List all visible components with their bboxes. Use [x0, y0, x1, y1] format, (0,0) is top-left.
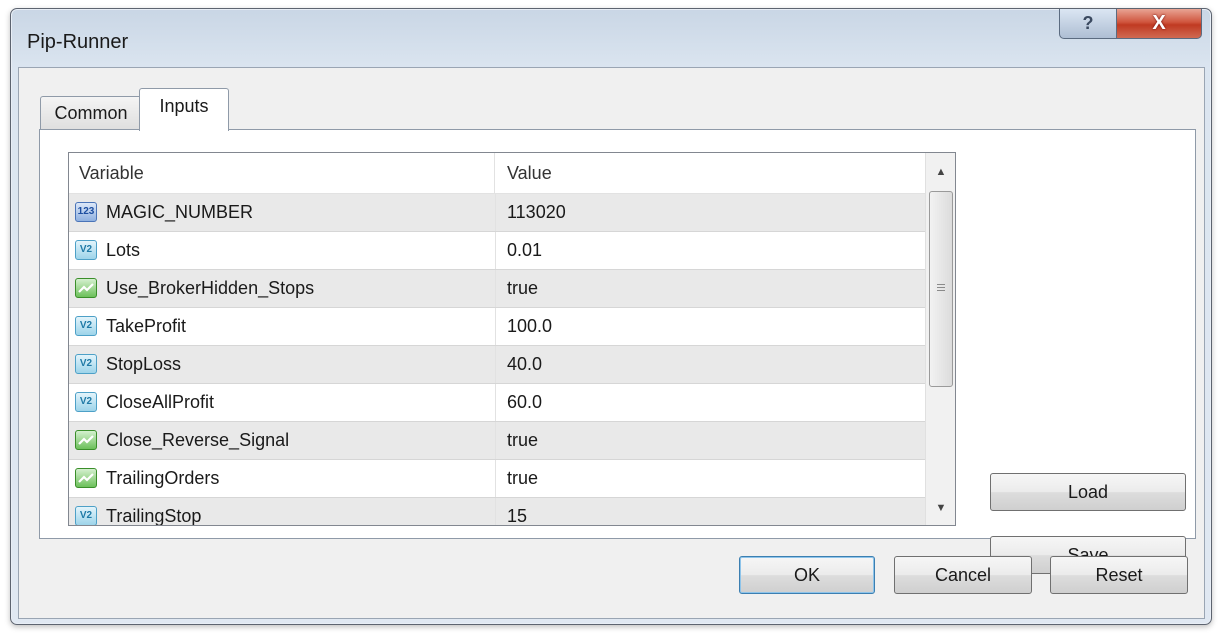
cancel-button[interactable]: Cancel: [894, 556, 1032, 594]
scroll-up-arrow-icon[interactable]: ▲: [926, 157, 955, 187]
variable-name: MAGIC_NUMBER: [106, 202, 254, 222]
help-icon: ?: [1082, 13, 1094, 33]
tab-common[interactable]: Common: [40, 96, 142, 130]
double-icon: V2: [75, 316, 97, 336]
table-row[interactable]: V2 TrailingStop 15: [69, 498, 925, 526]
close-button[interactable]: X: [1116, 9, 1202, 39]
variable-name: CloseAllProfit: [106, 392, 215, 412]
grid-header: Variable Value: [69, 153, 925, 194]
variable-name: StopLoss: [106, 354, 182, 374]
column-header-value[interactable]: Value: [495, 153, 925, 193]
value-cell[interactable]: 15: [495, 498, 925, 525]
variable-name: Lots: [106, 240, 141, 260]
double-icon: V2: [75, 240, 97, 260]
title-bar[interactable]: Pip-Runner ? X: [11, 9, 1211, 69]
value-cell[interactable]: 60.0: [495, 384, 925, 421]
variable-cell[interactable]: Use_BrokerHidden_Stops: [69, 270, 496, 307]
window-title: Pip-Runner: [27, 31, 129, 53]
value-cell[interactable]: true: [495, 270, 925, 307]
inputs-tab-panel: Variable Value 123 MAGIC_NUMBER 113020 V2 Lo…: [39, 129, 1196, 574]
table-row[interactable]: V2 CloseAllProfit 60.0: [69, 384, 925, 422]
variable-cell[interactable]: V2 CloseAllProfit: [69, 384, 496, 421]
variable-cell[interactable]: TrailingOrders: [69, 460, 496, 497]
variable-name: TrailingOrders: [106, 468, 220, 488]
tab-inputs[interactable]: Inputs: [139, 88, 229, 131]
table-row[interactable]: V2 StopLoss 40.0: [69, 346, 925, 384]
variable-cell[interactable]: V2 TrailingStop: [69, 498, 496, 526]
table-row[interactable]: 123 MAGIC_NUMBER 113020: [69, 194, 925, 232]
variable-name: TakeProfit: [106, 316, 187, 336]
table-row[interactable]: Use_BrokerHidden_Stops true: [69, 270, 925, 308]
scrollbar-thumb[interactable]: [929, 191, 953, 387]
table-row[interactable]: V2 TakeProfit 100.0: [69, 308, 925, 346]
value-cell[interactable]: true: [495, 422, 925, 459]
value-cell[interactable]: 100.0: [495, 308, 925, 345]
value-cell[interactable]: 113020: [495, 194, 925, 231]
variable-cell[interactable]: 123 MAGIC_NUMBER: [69, 194, 496, 231]
load-button[interactable]: Load: [990, 473, 1186, 511]
grid-rows: 123 MAGIC_NUMBER 113020 V2 Lots 0.01 Use_Broke…: [69, 194, 925, 526]
dialog-client-area: Common Inputs Variable Value 123 MAGIC_NU…: [18, 67, 1205, 619]
column-header-variable[interactable]: Variable: [69, 153, 495, 193]
double-icon: V2: [75, 392, 97, 412]
bool-icon: [75, 468, 97, 488]
help-button[interactable]: ?: [1059, 9, 1117, 39]
close-icon: X: [1152, 12, 1166, 34]
variable-cell[interactable]: V2 StopLoss: [69, 346, 496, 383]
variable-name: Use_BrokerHidden_Stops: [106, 278, 315, 298]
variable-cell[interactable]: V2 Lots: [69, 232, 496, 269]
table-row[interactable]: Close_Reverse_Signal true: [69, 422, 925, 460]
value-cell[interactable]: true: [495, 460, 925, 497]
ok-button[interactable]: OK: [739, 556, 875, 594]
double-icon: V2: [75, 506, 97, 525]
value-cell[interactable]: 40.0: [495, 346, 925, 383]
bool-icon: [75, 430, 97, 450]
int-icon: 123: [75, 202, 97, 222]
inputs-grid: Variable Value 123 MAGIC_NUMBER 113020 V2 Lo…: [68, 152, 956, 526]
scrollbar-grip-icon: [937, 284, 945, 293]
value-cell[interactable]: 0.01: [495, 232, 925, 269]
variable-cell[interactable]: Close_Reverse_Signal: [69, 422, 496, 459]
vertical-scrollbar[interactable]: ▲ ▼: [925, 153, 955, 525]
dialog-window: Pip-Runner ? X Common Inputs Variable Va…: [10, 8, 1212, 625]
scroll-down-arrow-icon[interactable]: ▼: [926, 493, 955, 523]
table-row[interactable]: TrailingOrders true: [69, 460, 925, 498]
variable-cell[interactable]: V2 TakeProfit: [69, 308, 496, 345]
table-row[interactable]: V2 Lots 0.01: [69, 232, 925, 270]
reset-button[interactable]: Reset: [1050, 556, 1188, 594]
double-icon: V2: [75, 354, 97, 374]
variable-name: TrailingStop: [106, 506, 202, 526]
variable-name: Close_Reverse_Signal: [106, 430, 290, 450]
bool-icon: [75, 278, 97, 298]
